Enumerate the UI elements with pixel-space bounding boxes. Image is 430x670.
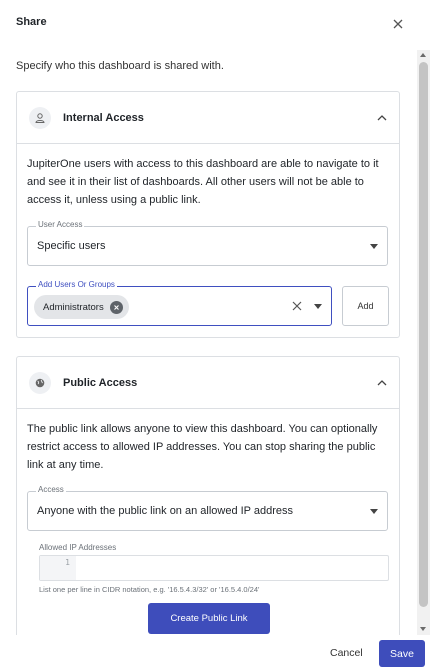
user-access-select[interactable]: User Access Specific users — [27, 220, 388, 266]
remove-chip-icon[interactable] — [109, 300, 123, 314]
intro-text: Specify who this dashboard is shared wit… — [16, 60, 224, 72]
dialog-title: Share — [16, 16, 47, 28]
chip-label: Administrators — [43, 301, 104, 313]
scroll-down-arrow-icon[interactable] — [420, 627, 426, 631]
internal-access-header[interactable]: Internal Access — [17, 92, 399, 144]
public-access-header[interactable]: Public Access — [17, 357, 399, 409]
add-button[interactable]: Add — [342, 286, 389, 326]
dropdown-caret-icon[interactable] — [314, 304, 322, 309]
chevron-up-icon[interactable] — [375, 111, 389, 125]
line-number: 1 — [65, 558, 70, 567]
add-users-groups-label: Add Users Or Groups — [36, 280, 117, 289]
internal-access-panel: Internal Access JupiterOne users with ac… — [16, 91, 400, 338]
internal-access-title: Internal Access — [63, 112, 144, 124]
access-label: Access — [36, 485, 66, 494]
allowed-ip-label: Allowed IP Addresses — [39, 543, 117, 552]
create-public-link-button[interactable]: Create Public Link — [148, 603, 270, 634]
share-dialog: Share Specify who this dashboard is shar… — [0, 0, 430, 670]
dropdown-caret-icon[interactable] — [370, 244, 378, 249]
scroll-up-arrow-icon[interactable] — [420, 53, 426, 57]
allowed-ip-editor[interactable]: 1 — [39, 555, 389, 581]
scrollbar-thumb[interactable] — [419, 62, 428, 607]
cancel-button[interactable]: Cancel — [330, 647, 363, 659]
line-gutter: 1 — [40, 556, 76, 580]
vertical-scrollbar[interactable] — [417, 50, 430, 635]
public-access-title: Public Access — [63, 377, 138, 389]
clear-icon[interactable] — [291, 300, 303, 312]
public-access-panel: Public Access The public link allows any… — [16, 356, 400, 635]
dropdown-caret-icon[interactable] — [370, 509, 378, 514]
public-access-description: The public link allows anyone to view th… — [27, 423, 378, 471]
add-users-groups-input[interactable]: Add Users Or Groups Administrators — [27, 280, 332, 326]
user-access-label: User Access — [36, 220, 85, 229]
access-select[interactable]: Access Anyone with the public link on an… — [27, 485, 388, 531]
user-chip[interactable]: Administrators — [34, 295, 129, 319]
internal-access-description: JupiterOne users with access to this das… — [27, 158, 379, 206]
globe-icon — [29, 372, 51, 394]
dialog-footer: Cancel Save — [0, 635, 430, 670]
close-icon[interactable] — [389, 15, 407, 33]
save-button[interactable]: Save — [379, 640, 425, 667]
user-access-value: Specific users — [37, 240, 106, 252]
access-value: Anyone with the public link on an allowe… — [37, 505, 294, 517]
dialog-body[interactable]: Specify who this dashboard is shared wit… — [0, 50, 430, 635]
allowed-ip-hint: List one per line in CIDR notation, e.g.… — [39, 585, 260, 594]
user-icon — [29, 107, 51, 129]
chevron-up-icon[interactable] — [375, 376, 389, 390]
